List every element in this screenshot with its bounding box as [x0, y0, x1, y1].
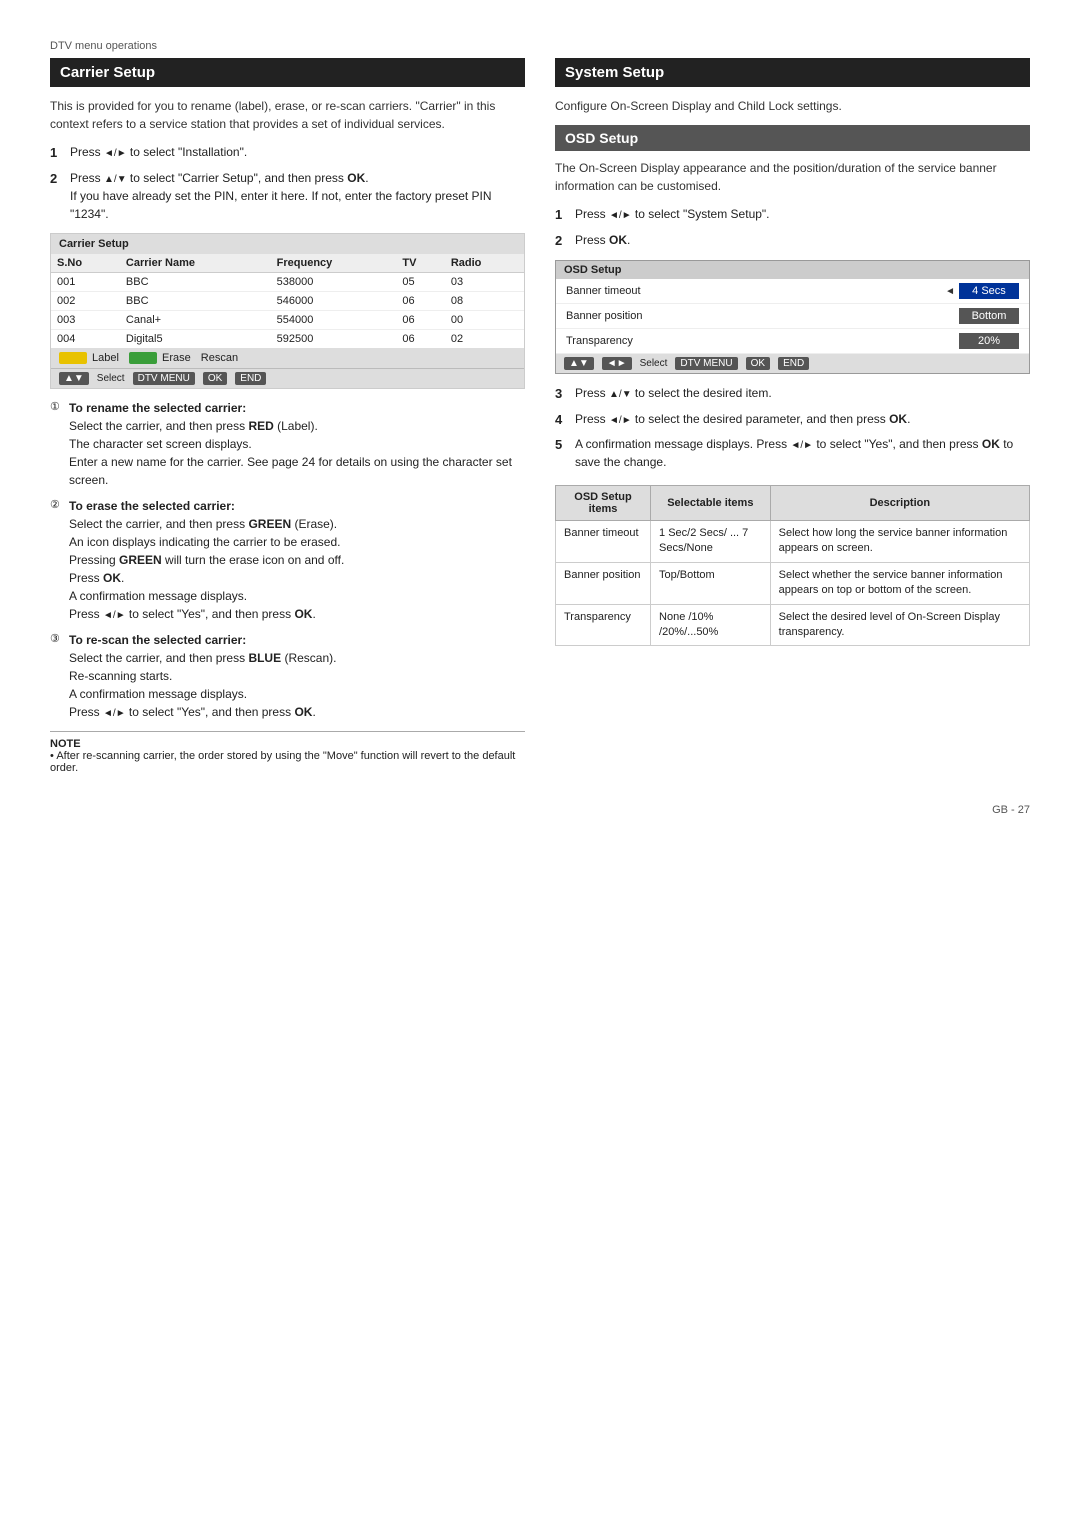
table-row: TransparencyNone /10% /20%/...50%Select … [556, 604, 1030, 646]
note-box: NOTE • After re-scanning carrier, the or… [50, 731, 525, 774]
table-row: Banner timeout1 Sec/2 Secs/ ... 7 Secs/N… [556, 521, 1030, 563]
osd-step-5: 5 A confirmation message displays. Press… [555, 435, 1030, 471]
system-setup-section: System Setup Configure On-Screen Display… [555, 58, 1030, 774]
erase-color-btn [129, 352, 157, 364]
osd-steps: 1 Press to select "System Setup". 2 Pres… [555, 205, 1030, 250]
table-row: 002BBC5460000608 [51, 291, 524, 310]
osd-row-transparency: Transparency 20% [556, 329, 1029, 354]
carrier-data-table: S.No Carrier Name Frequency TV Radio 001… [51, 254, 524, 348]
carrier-setup-section: Carrier Setup This is provided for you t… [50, 58, 525, 774]
dtv-menu-label: DTV menu operations [50, 40, 1030, 52]
osd-step-3: 3 Press to select the desired item. [555, 384, 1030, 404]
carrier-setup-desc: This is provided for you to rename (labe… [50, 97, 525, 133]
osd-screen-header: OSD Setup [556, 261, 1029, 279]
substep-rescan: ③ To re-scan the selected carrier: Selec… [50, 631, 525, 721]
carrier-button-bar: Label Erase Rescan [51, 348, 524, 368]
osd-step-4: 4 Press to select the desired parameter,… [555, 410, 1030, 430]
osd-step-2: 2 Press OK. [555, 231, 1030, 251]
table-row: 004Digital55925000602 [51, 329, 524, 348]
system-setup-desc: Configure On-Screen Display and Child Lo… [555, 97, 1030, 115]
osd-setup-title: OSD Setup [555, 125, 1030, 151]
osd-steps-2: 3 Press to select the desired item. 4 Pr… [555, 384, 1030, 471]
substep-rename: ① To rename the selected carrier: Select… [50, 399, 525, 489]
osd-screen: OSD Setup Banner timeout ◄ 4 Secs Banner… [555, 260, 1030, 374]
carrier-table: Carrier Setup S.No Carrier Name Frequenc… [50, 233, 525, 389]
step-2: 2 Press to select "Carrier Setup", and t… [50, 169, 525, 223]
table-row: 001BBC5380000503 [51, 272, 524, 291]
label-color-btn [59, 352, 87, 364]
osd-setup-desc: The On-Screen Display appearance and the… [555, 159, 1030, 195]
osd-step-1: 1 Press to select "System Setup". [555, 205, 1030, 225]
table-row: Banner positionTop/BottomSelect whether … [556, 562, 1030, 604]
table-row: 003Canal+5540000600 [51, 310, 524, 329]
page-number: GB - 27 [50, 804, 1030, 816]
carrier-nav-bar: ▲▼ Select DTV MENU OK END [51, 368, 524, 388]
substep-erase: ② To erase the selected carrier: Select … [50, 497, 525, 623]
carrier-setup-title: Carrier Setup [50, 58, 525, 87]
carrier-setup-steps: 1 Press to select "Installation". 2 Pres… [50, 143, 525, 223]
osd-nav-bar: ▲▼ ◄► Select DTV MENU OK END [556, 354, 1029, 373]
osd-summary-table: OSD Setup items Selectable items Descrip… [555, 485, 1030, 646]
system-setup-title: System Setup [555, 58, 1030, 87]
carrier-substeps: ① To rename the selected carrier: Select… [50, 399, 525, 721]
carrier-table-header: Carrier Setup [51, 234, 524, 254]
osd-row-banner-timeout: Banner timeout ◄ 4 Secs [556, 279, 1029, 304]
step-1: 1 Press to select "Installation". [50, 143, 525, 163]
osd-row-banner-position: Banner position Bottom [556, 304, 1029, 329]
